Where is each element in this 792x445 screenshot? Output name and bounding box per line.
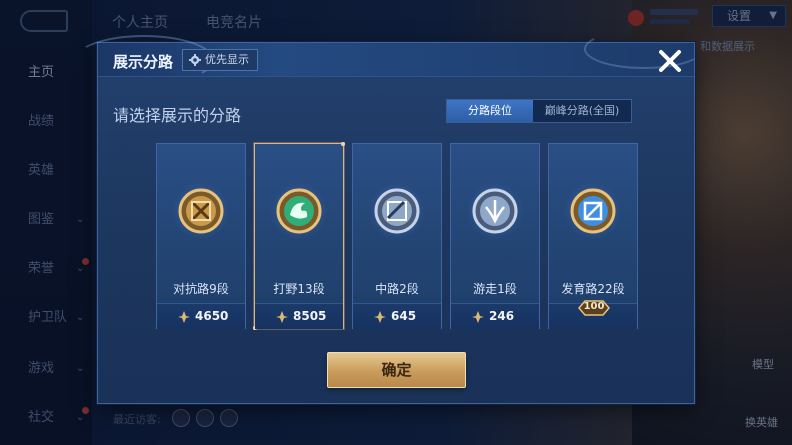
close-icon[interactable]	[656, 47, 684, 75]
power-value: 8505	[293, 309, 327, 323]
toggle-lane-rank[interactable]: 分路段位	[447, 100, 533, 122]
lane-card-roam[interactable]: 游走1段 246	[450, 143, 540, 329]
power-icon	[178, 311, 190, 323]
roam-emblem-icon	[472, 188, 518, 234]
rank-badge-value: 100	[583, 301, 605, 312]
priority-display-button[interactable]: 优先显示	[182, 49, 258, 71]
toggle-peak-lane[interactable]: 巅峰分路(全国)	[533, 100, 631, 122]
select-lane-prompt: 请选择展示的分路	[113, 106, 242, 125]
jungle-emblem-icon	[276, 188, 322, 234]
stat-bar: 246	[451, 303, 539, 329]
power-icon	[472, 311, 484, 323]
power-value: 645	[391, 309, 417, 323]
dialog-title: 展示分路	[113, 53, 174, 71]
gear-icon	[189, 54, 201, 66]
stat-bar: 645	[353, 303, 441, 329]
lane-card-mid[interactable]: 中路2段 645	[352, 143, 442, 329]
ranking-type-toggle: 分路段位 巅峰分路(全国)	[446, 99, 632, 123]
lane-card-jungle[interactable]: 打野13段 8505	[253, 142, 345, 330]
power-icon	[276, 311, 288, 323]
lane-rank-label: 对抗路9段	[173, 282, 229, 296]
rank-badge: 100	[577, 299, 611, 317]
dialog-header: 展示分路 优先显示	[74, 29, 704, 85]
priority-display-label: 优先显示	[205, 53, 249, 66]
lane-card-farm[interactable]: 发育路22段 100	[548, 143, 638, 329]
confirm-button[interactable]: 确定	[327, 352, 466, 388]
farm-lane-emblem-icon	[570, 188, 616, 234]
lane-rank-label: 发育路22段	[561, 282, 625, 296]
stat-bar: 8505	[255, 303, 343, 329]
lane-rank-label: 中路2段	[375, 282, 419, 296]
power-icon	[374, 311, 386, 323]
lane-display-dialog: 展示分路 优先显示 请选择展示的分路 分路段位 巅峰分路(全国) 对抗路9段 4…	[74, 29, 704, 404]
lane-rank-label: 游走1段	[473, 282, 517, 296]
decorative-swirl	[584, 29, 704, 69]
power-value: 246	[489, 309, 515, 323]
clash-lane-emblem-icon	[178, 188, 224, 234]
mid-lane-emblem-icon	[374, 188, 420, 234]
lane-rank-label: 打野13段	[273, 282, 325, 296]
selection-corner	[341, 142, 345, 146]
stat-bar: 4650	[157, 303, 245, 329]
lane-card-clash[interactable]: 对抗路9段 4650	[156, 143, 246, 329]
power-value: 4650	[195, 309, 229, 323]
